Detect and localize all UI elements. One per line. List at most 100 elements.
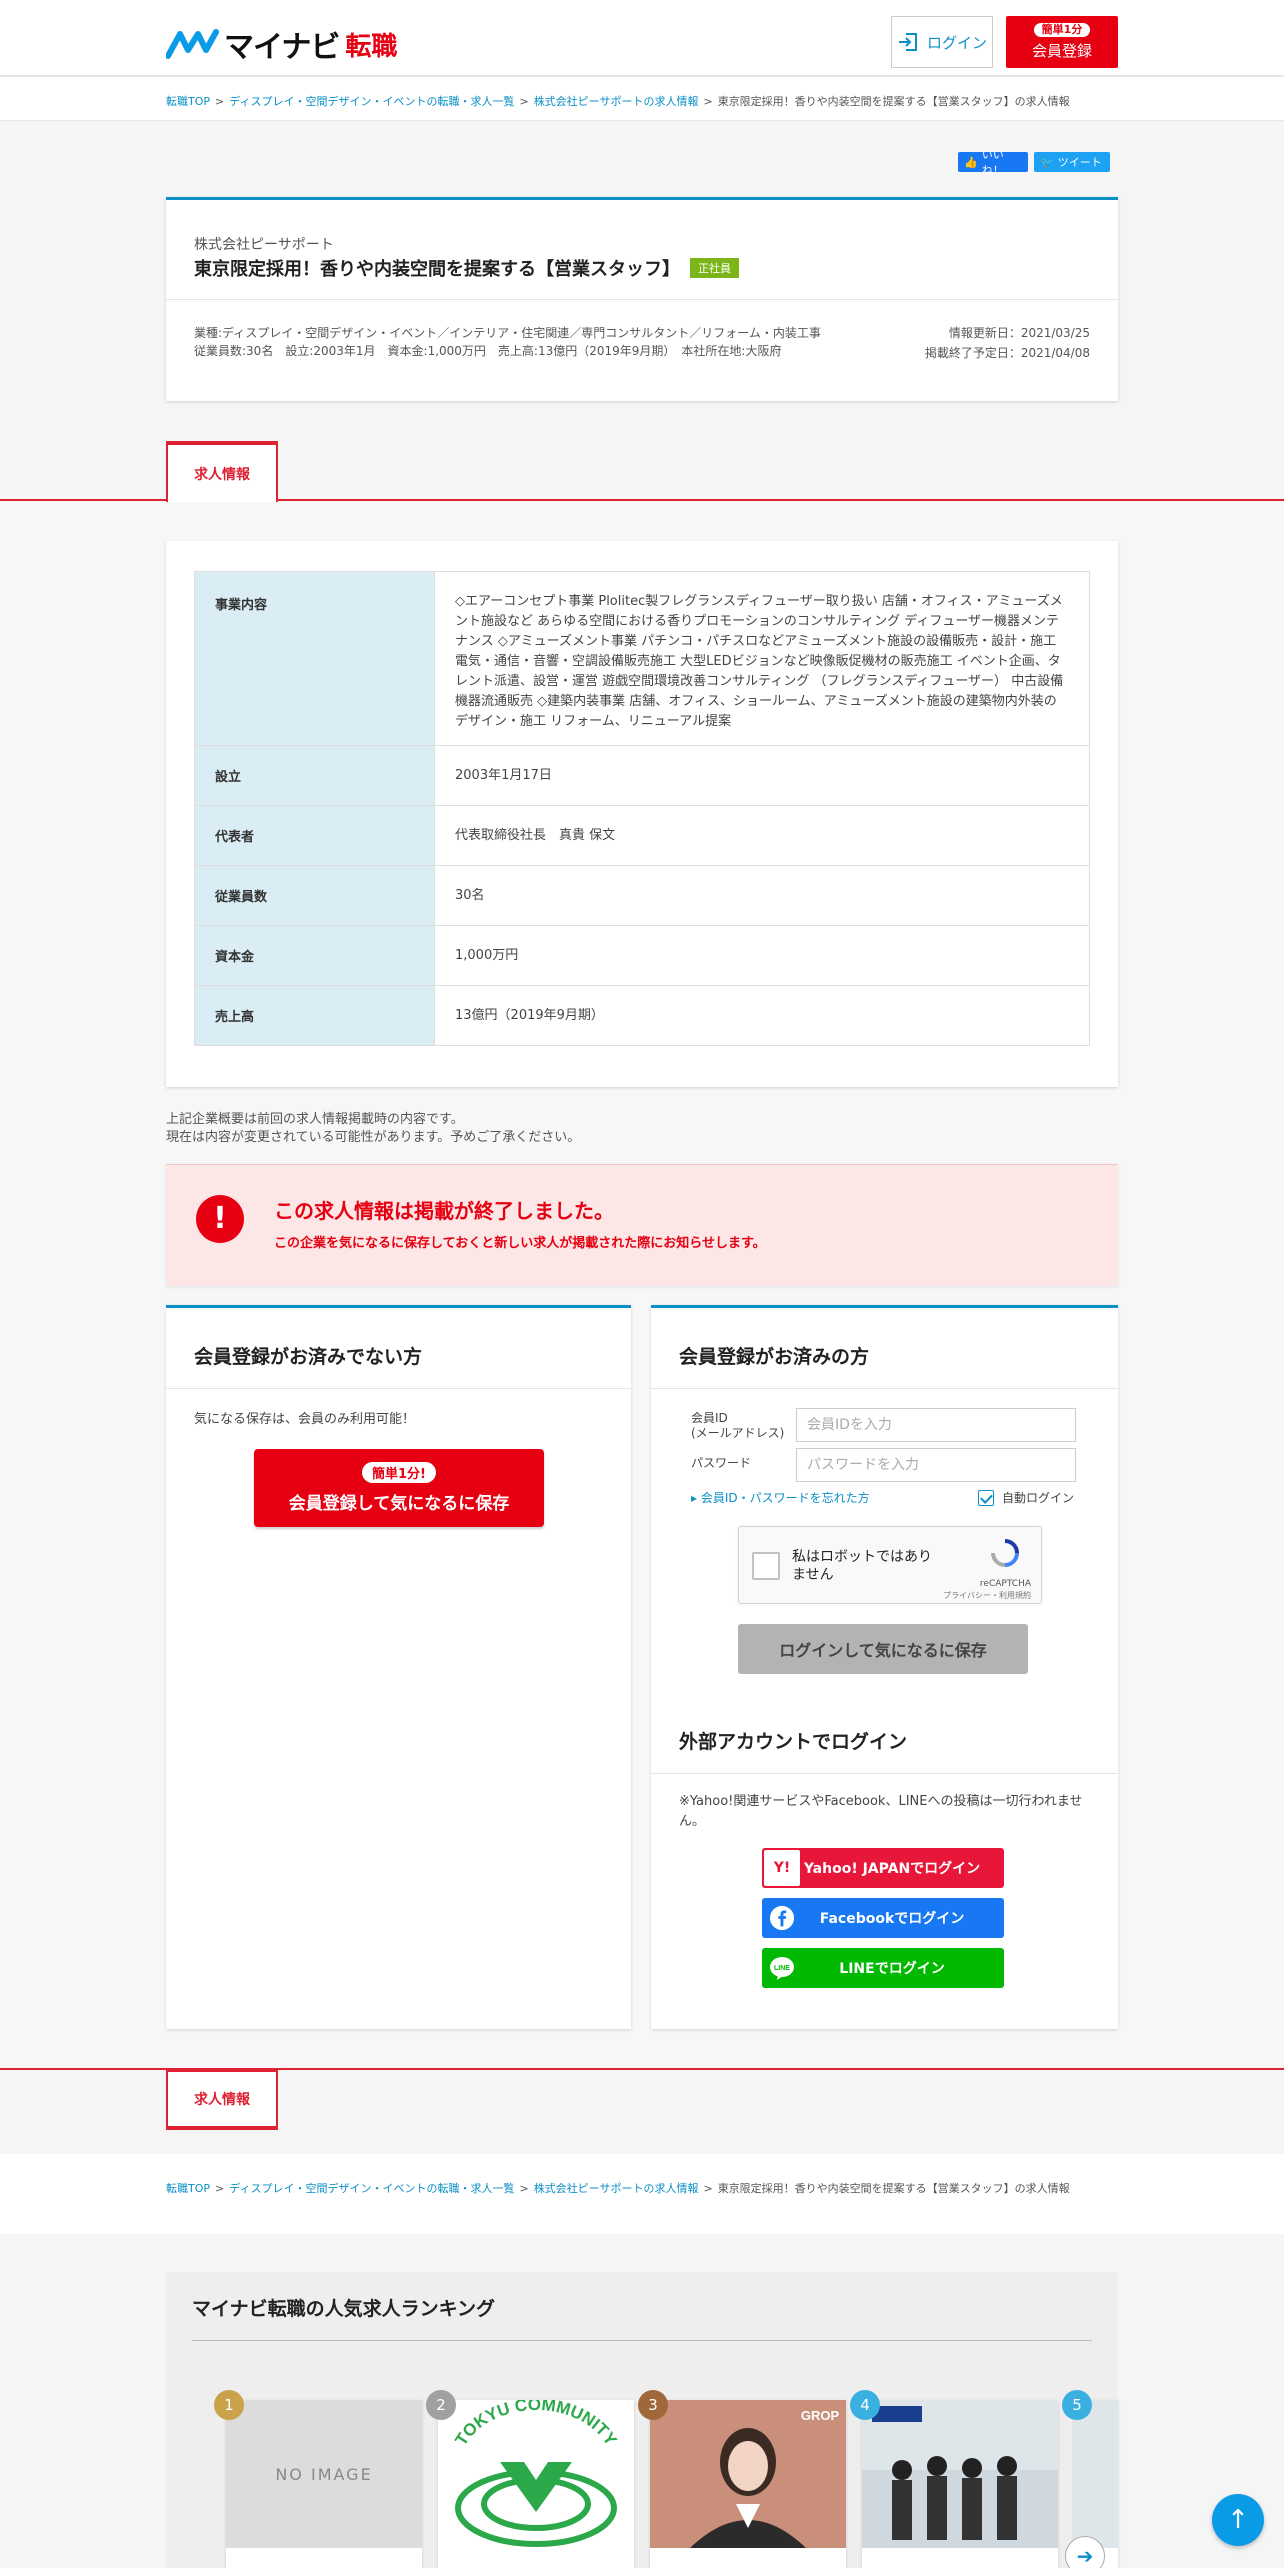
yahoo-login-button[interactable]: Y! Yahoo! JAPANでログイン [762, 1848, 1004, 1888]
breadcrumb-separator: > [215, 2182, 225, 2195]
recaptcha-logo-icon [991, 1539, 1019, 1567]
row-value: ◇エアーコンセプト事業 Plolitec製フレグランスディフューザー取り扱い 店… [434, 571, 1090, 746]
non-member-heading: 会員登録がお済みでない方 [194, 1346, 423, 1368]
breadcrumb-separator: > [703, 95, 713, 108]
row-value: 2003年1月17日 [434, 745, 1090, 806]
tab-job-info-label: 求人情報 [194, 467, 250, 483]
divider [651, 1388, 1118, 1389]
row-label: 代表者 [194, 805, 435, 866]
member-id-label-line1: 会員ID [691, 1411, 728, 1425]
footer-breadcrumb: 転職TOP > ディスプレイ・空間デザイン・イベントの転職・求人一覧 > 株式会社ピーサ… [166, 2180, 1070, 2196]
yahoo-login-label: Yahoo! JAPANでログイン [803, 1861, 981, 1877]
tweet-button[interactable]: 🐦 ツイート [1034, 152, 1110, 172]
password-label: パスワード [691, 1456, 752, 1470]
twitter-bird-icon: 🐦 [1040, 155, 1054, 169]
header-register-button[interactable]: 簡単1分 会員登録 [1006, 16, 1118, 68]
line-icon-text: LINE [774, 1965, 790, 1972]
breadcrumb-separator: > [703, 2182, 713, 2195]
member-heading: 会員登録がお済みの方 [679, 1346, 870, 1368]
table-row: 資本金 1,000万円 [194, 925, 1090, 986]
breadcrumb-item-top[interactable]: 転職TOP [166, 2182, 210, 2195]
login-label: ログイン [926, 33, 987, 52]
logo-subtext: 転職 [345, 31, 398, 62]
site-header: マイナビ 転職 ログイン 簡単1分 会員登録 [0, 0, 1284, 76]
auto-login-checkbox[interactable]: 自動ログイン [978, 1489, 1074, 1506]
scroll-to-top-arrow-icon[interactable]: ↑ [1212, 2494, 1264, 2546]
table-row: 設立 2003年1月17日 [194, 745, 1090, 806]
row-value: 13億円（2019年9月期） [434, 985, 1090, 1046]
ranking-card-3[interactable]: GROP [650, 2400, 846, 2568]
external-login-note: ※Yahoo!関連サービスやFacebook、LINEへの投稿は一切行われません… [679, 1794, 1083, 1829]
breadcrumb-separator: > [215, 95, 225, 108]
job-photo [1074, 2400, 1118, 2548]
facebook-login-button[interactable]: Facebookでログイン [762, 1898, 1004, 1938]
tokyu-logo-text: TOKYU COMMUNITY [451, 2400, 621, 2449]
recaptcha-text-line2: ません [792, 1567, 834, 1583]
ended-message: この企業を気になるに保存しておくと新しい求人が掲載された際にお知らせします。 [274, 1236, 766, 1251]
row-label: 従業員数 [194, 865, 435, 926]
rank-badge-4: 4 [850, 2390, 880, 2420]
breadcrumb-item-category[interactable]: ディスプレイ・空間デザイン・イベントの転職・求人一覧 [229, 2182, 514, 2195]
checkbox-checked-icon [978, 1489, 994, 1506]
header-login-button[interactable]: ログイン [891, 16, 993, 68]
recaptcha-text: 私はロボットではあり ません [792, 1548, 932, 1584]
company-info-card: 事業内容 ◇エアーコンセプト事業 Plolitec製フレグランスディフューザー取… [166, 541, 1118, 1087]
breadcrumb: 転職TOP > ディスプレイ・空間デザイン・イベントの転職・求人一覧 > 株式会社ピーサ… [166, 93, 1070, 109]
login-and-save-button[interactable]: ログインして気になるに保存 [738, 1624, 1028, 1674]
non-member-note: 気になる保存は、会員のみ利用可能！ [194, 1412, 416, 1427]
recaptcha-checkbox[interactable] [752, 1552, 780, 1580]
logo-text: マイナビ [224, 30, 340, 65]
ranking-card-1[interactable]: NO IMAGE [226, 2400, 422, 2568]
rank-badge-5: 5 [1062, 2390, 1092, 2420]
breadcrumb-item-top[interactable]: 転職TOP [166, 95, 210, 108]
tab-job-info-bottom[interactable]: 求人情報 [166, 2070, 278, 2130]
rank-badge-1: 1 [214, 2390, 244, 2420]
register-label: 会員登録 [1031, 42, 1092, 60]
company-name: 株式会社ピーサポート [194, 237, 334, 253]
thumbs-up-icon: 👍 [964, 155, 978, 169]
industry-text: 業種:ディスプレイ・空間デザイン・イベント／インテリア・住宅関連／専門コンサルタ… [194, 326, 821, 340]
password-input[interactable] [796, 1448, 1076, 1482]
member-id-label: 会員ID (メールアドレス) [691, 1411, 784, 1441]
table-row: 事業内容 ◇エアーコンセプト事業 Plolitec製フレグランスディフューザー取… [194, 571, 1090, 746]
mynavi-logo[interactable]: マイナビ 転職 [166, 22, 397, 66]
tab-job-info-bottom-label: 求人情報 [194, 2092, 250, 2108]
recaptcha-brand: reCAPTCHA [979, 1579, 1031, 1589]
forgot-credentials-link[interactable]: ▸ 会員ID・パスワードを忘れた方 [691, 1489, 870, 1506]
table-row: 代表者 代表取締役社長 真貴 保文 [194, 805, 1090, 866]
like-label: いいね！ [981, 148, 1004, 177]
register-and-save-button[interactable]: 簡単1分! 会員登録して気になるに保存 [254, 1449, 544, 1527]
ended-title: この求人情報は掲載が終了しました。 [274, 1199, 614, 1223]
company-info-table: 事業内容 ◇エアーコンセプト事業 Plolitec製フレグランスディフューザー取… [194, 571, 1090, 1046]
breadcrumb-item-category[interactable]: ディスプレイ・空間デザイン・イベントの転職・求人一覧 [229, 95, 514, 108]
facebook-like-button[interactable]: 👍 いいね！ [958, 148, 1028, 177]
external-login-heading: 外部アカウントでログイン [679, 1731, 908, 1753]
end-date: 掲載終了予定日：2021/04/08 [924, 346, 1090, 360]
person-photo-icon: GROP [650, 2400, 846, 2548]
breadcrumb-separator: > [519, 2182, 529, 2195]
ranking-next-arrow-icon[interactable]: ➔ [1065, 2536, 1105, 2568]
divider [166, 1388, 631, 1389]
divider [192, 2340, 1092, 2341]
svg-text:TOKYU COMMUNITY: TOKYU COMMUNITY [451, 2400, 621, 2449]
updated-date: 情報更新日：2021/03/25 [948, 326, 1090, 340]
member-id-input[interactable] [796, 1408, 1076, 1442]
register-save-pill: 簡単1分! [362, 1462, 436, 1483]
recaptcha-privacy-terms[interactable]: プライバシー・利用規約 [943, 1590, 1031, 1601]
line-login-button[interactable]: LINE LINEでログイン [762, 1948, 1004, 1988]
job-photo [862, 2400, 1058, 2548]
breadcrumb-bar: 転職TOP > ディスプレイ・空間デザイン・イベントの転職・求人一覧 > 株式会社ピーサ… [0, 77, 1284, 121]
disclaimer-line-1: 上記企業概要は前回の求人情報掲載時の内容です。 [166, 1112, 464, 1127]
breadcrumb-item-company[interactable]: 株式会社ピーサポートの求人情報 [534, 95, 699, 108]
grop-logo-text: GROP [801, 2408, 840, 2423]
breadcrumb-item-company[interactable]: 株式会社ピーサポートの求人情報 [534, 2182, 699, 2195]
ranking-card-2[interactable]: TOKYU COMMUNITY [438, 2400, 634, 2568]
tab-job-info[interactable]: 求人情報 [166, 441, 278, 503]
employment-type-badge: 正社員 [690, 258, 739, 278]
job-summary-card: 株式会社ピーサポート 東京限定採用！香りや内装空間を提案する【営業スタッフ】 正… [166, 197, 1118, 401]
alert-icon: ! [196, 1195, 244, 1243]
ranking-card-4[interactable] [862, 2400, 1058, 2568]
tokyu-logo-icon: TOKYU COMMUNITY [451, 2400, 621, 2547]
divider [651, 1773, 1118, 1774]
company-summary-text: 従業員数:30名 設立:2003年1月 資本金:1,000万円 売上高:13億円… [194, 344, 782, 358]
